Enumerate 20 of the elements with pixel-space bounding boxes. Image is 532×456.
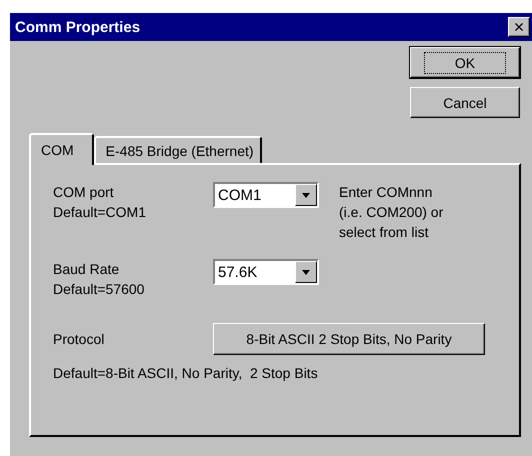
dropdown-field[interactable]: 57.6K	[213, 259, 319, 285]
default-text: Default=8-Bit ASCII, No Parity, 2 Stop Bits	[53, 364, 319, 383]
tab[interactable]: E-485 Bridge (Ethernet)	[94, 136, 262, 163]
caret-icon	[302, 270, 310, 274]
dropdown-button[interactable]	[295, 184, 317, 206]
field-label: COM port	[53, 183, 115, 202]
tab[interactable]: COM	[29, 133, 94, 165]
default-text: Default=57600	[53, 280, 146, 299]
close-button[interactable]: ×	[508, 17, 530, 37]
dropdown-button[interactable]	[295, 261, 317, 283]
field-label: Protocol	[53, 330, 104, 349]
hint-text: Enter COMnnn (i.e. COM200) or select from list	[339, 183, 444, 242]
ok-button[interactable]: OK	[410, 47, 520, 78]
window-title: Comm Properties	[15, 18, 140, 36]
field-label: Baud Rate	[53, 260, 120, 279]
default-text: Default=COM1	[53, 203, 147, 222]
dropdown-field[interactable]: COM1	[213, 182, 319, 208]
protocol-button[interactable]: 8-Bit ASCII 2 Stop Bits, No Parity	[213, 323, 485, 355]
cancel-button[interactable]: Cancel	[410, 87, 520, 118]
caret-icon	[302, 192, 310, 198]
